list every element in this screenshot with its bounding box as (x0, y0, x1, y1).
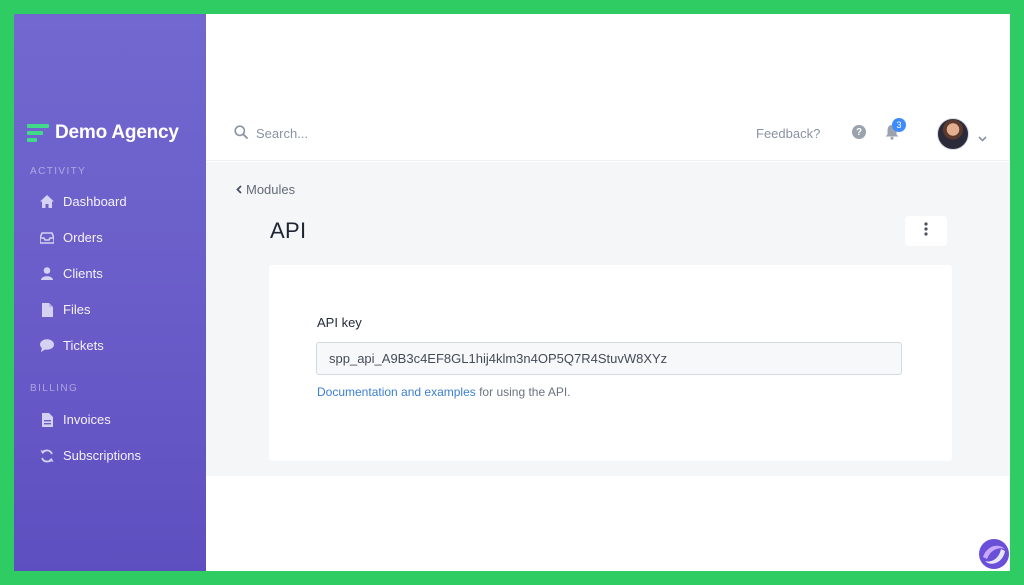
api-help-suffix: for using the API. (475, 385, 571, 399)
documentation-link[interactable]: Documentation and examples (317, 385, 476, 399)
top-blank-area (206, 14, 1010, 109)
search-input[interactable]: Search... (256, 126, 308, 141)
notification-count-badge: 3 (892, 118, 906, 132)
api-help-text: Documentation and examples for using the… (317, 385, 571, 399)
section-label-billing: BILLING (30, 383, 79, 394)
watermark-logo-icon (977, 537, 1011, 571)
chevron-down-icon[interactable] (978, 129, 987, 142)
sidebar-item-orders[interactable]: Orders (40, 230, 103, 245)
sidebar-item-label: Invoices (63, 412, 111, 427)
search-box[interactable]: Search... (234, 125, 308, 142)
api-key-field[interactable] (316, 342, 902, 375)
sidebar-item-files[interactable]: Files (40, 302, 90, 317)
app-window: Demo Agency ACTIVITY Dashboard Orders Cl… (14, 14, 1010, 571)
breadcrumb-label: Modules (246, 182, 296, 197)
page-title: API (270, 218, 307, 243)
sidebar-item-label: Clients (63, 266, 103, 281)
sidebar-item-clients[interactable]: Clients (40, 266, 103, 281)
chat-icon (40, 339, 54, 353)
bottom-blank-area (206, 476, 1010, 571)
sidebar-item-subscriptions[interactable]: Subscriptions (40, 448, 141, 463)
brand-name: Demo Agency (55, 122, 179, 143)
sidebar: Demo Agency ACTIVITY Dashboard Orders Cl… (14, 14, 206, 571)
chevron-left-icon (236, 182, 242, 197)
main-content: Modules API API key Documentation and ex… (206, 162, 1010, 476)
invoice-icon (40, 412, 54, 427)
sidebar-item-dashboard[interactable]: Dashboard (40, 194, 127, 209)
sidebar-item-label: Files (63, 302, 91, 317)
refresh-icon (40, 449, 54, 463)
vertical-dots-icon (924, 221, 928, 241)
section-label-activity: ACTIVITY (30, 166, 87, 177)
api-card: API key Documentation and examples for u… (269, 265, 952, 461)
user-icon (40, 267, 54, 281)
sidebar-item-label: Subscriptions (63, 448, 142, 463)
sidebar-item-label: Tickets (63, 338, 104, 353)
file-icon (40, 302, 54, 317)
sidebar-item-label: Orders (63, 230, 103, 245)
sidebar-item-invoices[interactable]: Invoices (40, 412, 111, 427)
brand[interactable]: Demo Agency (27, 122, 179, 144)
home-icon (40, 195, 54, 209)
api-key-label: API key (317, 315, 362, 330)
inbox-icon (40, 231, 54, 245)
sidebar-item-tickets[interactable]: Tickets (40, 338, 104, 353)
breadcrumb[interactable]: Modules (236, 182, 295, 197)
brand-logo-icon (27, 124, 49, 142)
topbar: Search... Feedback? ? 3 (206, 109, 1010, 161)
search-icon (234, 125, 248, 142)
user-avatar[interactable] (937, 118, 969, 150)
more-options-button[interactable] (905, 216, 947, 246)
feedback-link[interactable]: Feedback? (756, 126, 820, 141)
help-icon[interactable]: ? (852, 125, 866, 139)
sidebar-item-label: Dashboard (63, 194, 127, 209)
